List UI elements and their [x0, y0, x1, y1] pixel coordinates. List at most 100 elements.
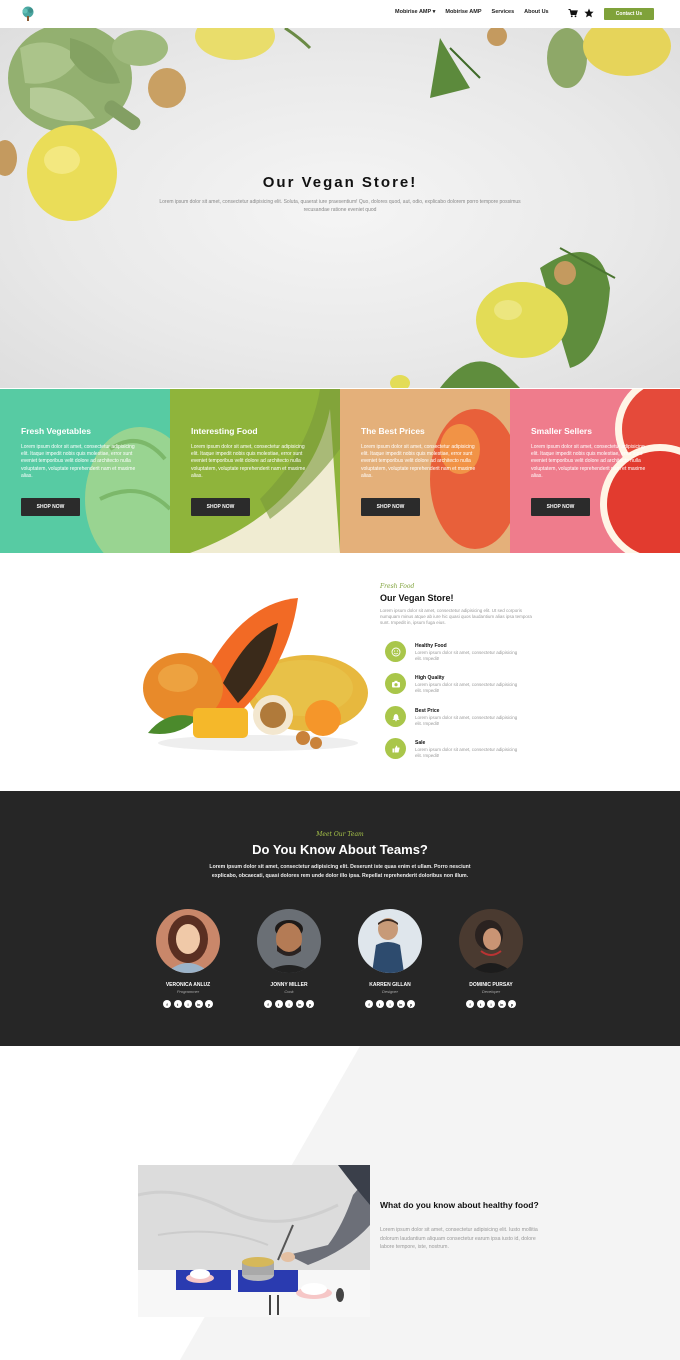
feature-high-quality: High Quality Lorem ipsum dolor sit amet,… — [385, 673, 555, 697]
feature-title: Healthy Food — [415, 643, 447, 649]
pinterest-icon[interactable]: p — [508, 1000, 516, 1008]
member-name: VERONICA ANLUZ — [165, 982, 211, 988]
card-title: Fresh Vegetables — [21, 426, 91, 436]
linkedin-icon[interactable]: in — [497, 1000, 506, 1008]
bell-icon — [385, 706, 406, 727]
instagram-icon[interactable]: i — [184, 1000, 192, 1008]
healthy-food-title: What do you know about healthy food? — [380, 1200, 539, 1210]
card-interesting-food: Interesting Food Lorem ipsum dolor sit a… — [170, 389, 340, 553]
shop-now-button[interactable]: SHOP NOW — [361, 498, 420, 516]
nav-links: Mobirise AMP ▾ Mobirise AMP Services Abo… — [395, 9, 549, 15]
nav-link-about-us[interactable]: About Us — [524, 9, 548, 15]
camera-icon — [385, 673, 406, 694]
card-fresh-vegetables: Fresh Vegetables Lorem ipsum dolor sit a… — [0, 389, 170, 553]
pinterest-icon[interactable]: p — [407, 1000, 415, 1008]
about-kicker: Fresh Food — [380, 583, 415, 590]
facebook-icon[interactable]: f — [365, 1000, 373, 1008]
feature-cards: Fresh Vegetables Lorem ipsum dolor sit a… — [0, 389, 680, 553]
shop-now-button[interactable]: SHOP NOW — [191, 498, 250, 516]
nav-link-services[interactable]: Services — [492, 9, 515, 15]
linkedin-icon[interactable]: in — [194, 1000, 203, 1008]
social-links: f t i in p — [464, 1000, 518, 1008]
feature-text: Lorem ipsum dolor sit amet, consectetur … — [415, 747, 518, 758]
hero-title: Our Vegan Store! — [262, 174, 418, 191]
star-icon[interactable] — [584, 8, 594, 18]
feature-title: Sale — [415, 740, 426, 746]
team-text: Lorem ipsum dolor sit amet, consectetur … — [209, 864, 471, 879]
avatar — [257, 909, 321, 973]
linkedin-icon[interactable]: in — [396, 1000, 405, 1008]
team-member-card: KARREN GILLAN Designer f t i in p — [350, 909, 430, 1019]
social-links: f t i in p — [262, 1000, 316, 1008]
cart-icon[interactable] — [568, 8, 578, 18]
hero-section: Our Vegan Store! Lorem ipsum dolor sit a… — [0, 28, 680, 388]
feature-text: Lorem ipsum dolor sit amet, consectetur … — [415, 682, 518, 693]
member-role: Designer — [381, 989, 398, 994]
feature-text: Lorem ipsum dolor sit amet, consectetur … — [415, 650, 518, 661]
cooking-photo — [138, 1165, 370, 1317]
nav-link-mobirise-amp-dropdown[interactable]: Mobirise AMP ▾ — [395, 9, 435, 15]
instagram-icon[interactable]: i — [386, 1000, 394, 1008]
twitter-icon[interactable]: t — [173, 1000, 182, 1008]
thumbs-up-icon — [385, 738, 406, 759]
team-section: Meet Our Team Do You Know About Teams? L… — [0, 791, 680, 1046]
shop-now-button[interactable]: SHOP NOW — [531, 498, 590, 516]
card-title: The Best Prices — [361, 426, 425, 436]
nav-icons — [568, 8, 594, 18]
member-role: Cook — [284, 989, 294, 994]
facebook-icon[interactable]: f — [466, 1000, 474, 1008]
healthy-food-section: What do you know about healthy food? Lor… — [0, 1046, 680, 1360]
pinterest-icon[interactable]: p — [205, 1000, 213, 1008]
healthy-food-text: Lorem ipsum dolor sit amet, consectetur … — [380, 1227, 538, 1250]
pinterest-icon[interactable]: p — [306, 1000, 314, 1008]
feature-best-price: Best Price Lorem ipsum dolor sit amet, c… — [385, 706, 555, 730]
instagram-icon[interactable]: i — [285, 1000, 293, 1008]
member-name: JONNY MILLER — [270, 982, 308, 988]
team-member-card: DOMINIC PURSAY Developer f t i in p — [451, 909, 531, 1019]
instagram-icon[interactable]: i — [487, 1000, 495, 1008]
team-title: Do You Know About Teams? — [252, 842, 428, 857]
smile-icon — [385, 641, 406, 662]
about-text: Lorem ipsum dolor sit amet, consectetur … — [380, 608, 532, 626]
social-links: f t i in p — [363, 1000, 417, 1008]
contact-us-button[interactable]: Contact Us — [604, 8, 654, 20]
member-name: DOMINIC PURSAY — [469, 982, 513, 988]
about-section: Fresh Food Our Vegan Store! Lorem ipsum … — [0, 553, 680, 791]
social-links: f t i in p — [161, 1000, 215, 1008]
shop-now-button[interactable]: SHOP NOW — [21, 498, 80, 516]
twitter-icon[interactable]: t — [375, 1000, 384, 1008]
avatar — [156, 909, 220, 973]
card-text: Lorem ipsum dolor sit amet, consectetur … — [21, 444, 136, 479]
team-member-card: VERONICA ANLUZ Programmer f t i in p — [148, 909, 228, 1019]
card-text: Lorem ipsum dolor sit amet, consectetur … — [191, 444, 306, 479]
tree-logo-icon[interactable] — [20, 6, 36, 22]
team-member-card: JONNY MILLER Cook f t i in p — [249, 909, 329, 1019]
facebook-icon[interactable]: f — [264, 1000, 272, 1008]
nav-link-mobirise-amp[interactable]: Mobirise AMP — [445, 9, 481, 15]
about-title: Our Vegan Store! — [380, 593, 454, 603]
card-smaller-sellers: Smaller Sellers Lorem ipsum dolor sit am… — [510, 389, 680, 553]
facebook-icon[interactable]: f — [163, 1000, 171, 1008]
feature-sale: Sale Lorem ipsum dolor sit amet, consect… — [385, 738, 555, 762]
feature-title: High Quality — [415, 675, 445, 681]
card-text: Lorem ipsum dolor sit amet, consectetur … — [531, 444, 646, 479]
card-title: Interesting Food — [191, 426, 258, 436]
feature-healthy-food: Healthy Food Lorem ipsum dolor sit amet,… — [385, 641, 555, 665]
hero-subtitle: Lorem ipsum dolor sit amet, consectetur … — [159, 199, 521, 213]
papaya-fruit-image — [143, 598, 368, 751]
avatar — [358, 909, 422, 973]
member-role: Programmer — [176, 989, 200, 994]
card-text: Lorem ipsum dolor sit amet, consectetur … — [361, 444, 476, 479]
twitter-icon[interactable]: t — [476, 1000, 485, 1008]
twitter-icon[interactable]: t — [274, 1000, 283, 1008]
avatar — [459, 909, 523, 973]
linkedin-icon[interactable]: in — [295, 1000, 304, 1008]
member-name: KARREN GILLAN — [369, 982, 411, 988]
team-kicker: Meet Our Team — [316, 831, 364, 838]
top-navbar: Mobirise AMP ▾ Mobirise AMP Services Abo… — [0, 0, 680, 28]
card-title: Smaller Sellers — [531, 426, 592, 436]
card-the-best-prices: The Best Prices Lorem ipsum dolor sit am… — [340, 389, 510, 553]
member-role: Developer — [481, 989, 501, 994]
feature-text: Lorem ipsum dolor sit amet, consectetur … — [415, 715, 518, 726]
feature-title: Best Price — [415, 708, 440, 714]
